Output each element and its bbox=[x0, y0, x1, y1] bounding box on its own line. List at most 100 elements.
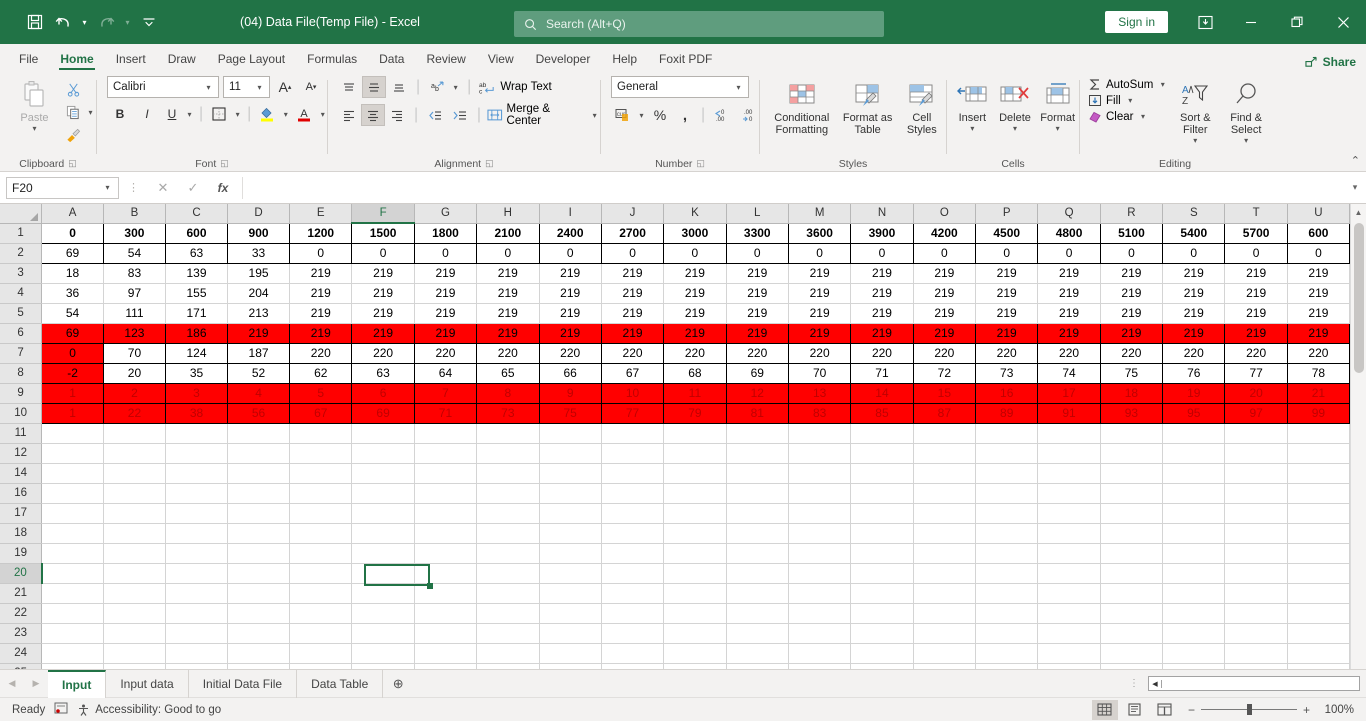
horizontal-scrollbar[interactable]: ◀ bbox=[1148, 676, 1360, 691]
cell-A23[interactable] bbox=[41, 623, 104, 644]
cell-A3[interactable]: 18 bbox=[41, 263, 104, 284]
cell-O17[interactable] bbox=[913, 503, 977, 524]
cell-E11[interactable] bbox=[289, 423, 353, 444]
cell-T17[interactable] bbox=[1224, 503, 1288, 524]
cell-R6[interactable]: 219 bbox=[1099, 322, 1164, 344]
cell-K4[interactable]: 219 bbox=[663, 283, 727, 304]
cell-S19[interactable] bbox=[1162, 543, 1226, 564]
cell-E24[interactable] bbox=[289, 643, 353, 664]
cell-L12[interactable] bbox=[726, 443, 789, 464]
cell-O24[interactable] bbox=[913, 643, 977, 664]
cell-Q9[interactable]: 17 bbox=[1037, 382, 1101, 404]
cell-K8[interactable]: 68 bbox=[663, 362, 727, 384]
cell-I22[interactable] bbox=[539, 603, 602, 624]
cell-U17[interactable] bbox=[1287, 503, 1350, 524]
cell-P19[interactable] bbox=[975, 543, 1039, 564]
cell-T8[interactable]: 77 bbox=[1224, 362, 1288, 384]
tab-review[interactable]: Review bbox=[415, 49, 476, 72]
cell-O2[interactable]: 0 bbox=[912, 242, 977, 264]
cell-R18[interactable] bbox=[1100, 523, 1164, 544]
cell-S16[interactable] bbox=[1162, 483, 1226, 504]
cell-J6[interactable]: 219 bbox=[600, 322, 665, 344]
accounting-format-button[interactable]: cur bbox=[611, 104, 635, 126]
orientation-button[interactable]: ab bbox=[425, 76, 449, 98]
cell-Q19[interactable] bbox=[1037, 543, 1101, 564]
cell-F1[interactable]: 1500 bbox=[351, 222, 415, 244]
cell-D16[interactable] bbox=[227, 483, 291, 504]
cell-I17[interactable] bbox=[539, 503, 602, 524]
cell-P7[interactable]: 220 bbox=[975, 342, 1039, 364]
cell-L6[interactable]: 219 bbox=[725, 322, 789, 344]
cell-G6[interactable]: 219 bbox=[413, 322, 478, 344]
cell-I11[interactable] bbox=[539, 423, 602, 444]
column-header-n[interactable]: N bbox=[850, 204, 914, 224]
normal-view-icon[interactable] bbox=[1091, 699, 1118, 720]
cell-O14[interactable] bbox=[913, 463, 977, 484]
cell-T10[interactable]: 97 bbox=[1224, 402, 1288, 424]
cell-C2[interactable]: 63 bbox=[164, 242, 229, 264]
cell-G7[interactable]: 220 bbox=[413, 342, 478, 364]
cell-R2[interactable]: 0 bbox=[1099, 242, 1164, 264]
cell-O3[interactable]: 219 bbox=[913, 263, 977, 284]
cell-U20[interactable] bbox=[1287, 563, 1350, 584]
cell-U9[interactable]: 21 bbox=[1286, 382, 1350, 404]
cell-K16[interactable] bbox=[663, 483, 727, 504]
cell-M16[interactable] bbox=[788, 483, 852, 504]
cell-M14[interactable] bbox=[788, 463, 852, 484]
cell-K17[interactable] bbox=[663, 503, 727, 524]
cell-P3[interactable]: 219 bbox=[975, 263, 1039, 284]
cell-H14[interactable] bbox=[476, 463, 540, 484]
cell-N11[interactable] bbox=[850, 423, 914, 444]
comma-style-button[interactable]: , bbox=[673, 104, 697, 126]
cell-F2[interactable]: 0 bbox=[351, 242, 415, 264]
cell-F10[interactable]: 69 bbox=[351, 402, 415, 424]
cell-T2[interactable]: 0 bbox=[1224, 242, 1288, 264]
cell-B14[interactable] bbox=[103, 463, 166, 484]
cell-S2[interactable]: 0 bbox=[1162, 242, 1226, 264]
cell-M6[interactable]: 219 bbox=[787, 322, 852, 344]
cell-G21[interactable] bbox=[414, 583, 478, 604]
cell-S11[interactable] bbox=[1162, 423, 1226, 444]
column-header-i[interactable]: I bbox=[539, 204, 602, 224]
cell-E18[interactable] bbox=[289, 523, 353, 544]
cell-I8[interactable]: 66 bbox=[538, 362, 602, 384]
table-row[interactable]: 4 36 97 155 204 219 219 219 219 219 219 219 219 219 21… bbox=[0, 283, 1350, 304]
borders-button[interactable] bbox=[207, 103, 231, 125]
row-header-3[interactable]: 3 bbox=[0, 263, 43, 284]
undo-dropdown-icon[interactable]: ▾ bbox=[78, 18, 91, 27]
tab-draw[interactable]: Draw bbox=[157, 49, 207, 72]
cell-I10[interactable]: 75 bbox=[538, 402, 602, 424]
cell-L4[interactable]: 219 bbox=[726, 283, 789, 304]
cell-B10[interactable]: 22 bbox=[102, 402, 166, 424]
cell-F6[interactable]: 219 bbox=[351, 322, 415, 344]
save-icon[interactable] bbox=[22, 8, 48, 36]
cell-B17[interactable] bbox=[103, 503, 166, 524]
align-left-button[interactable] bbox=[337, 104, 360, 126]
cell-P17[interactable] bbox=[975, 503, 1039, 524]
cell-S6[interactable]: 219 bbox=[1162, 322, 1226, 344]
page-layout-view-icon[interactable] bbox=[1122, 700, 1148, 720]
cell-A2[interactable]: 69 bbox=[41, 242, 104, 264]
cell-D10[interactable]: 56 bbox=[227, 402, 291, 424]
cell-A9[interactable]: 1 bbox=[41, 382, 104, 404]
cell-O16[interactable] bbox=[913, 483, 977, 504]
zoom-level[interactable]: 100% bbox=[1314, 704, 1354, 716]
cell-U8[interactable]: 78 bbox=[1286, 362, 1350, 384]
cell-B12[interactable] bbox=[103, 443, 166, 464]
cell-J16[interactable] bbox=[601, 483, 665, 504]
cell-H22[interactable] bbox=[476, 603, 540, 624]
cell-D18[interactable] bbox=[227, 523, 291, 544]
cell-U6[interactable]: 219 bbox=[1286, 322, 1350, 344]
cell-C18[interactable] bbox=[165, 523, 229, 544]
cell-E12[interactable] bbox=[289, 443, 353, 464]
cell-I18[interactable] bbox=[539, 523, 602, 544]
cell-C17[interactable] bbox=[165, 503, 229, 524]
fill-color-dropdown-icon[interactable]: ▾ bbox=[280, 110, 291, 119]
cell-L16[interactable] bbox=[726, 483, 789, 504]
cell-A5[interactable]: 54 bbox=[41, 303, 104, 324]
cell-J17[interactable] bbox=[601, 503, 665, 524]
cell-U3[interactable]: 219 bbox=[1287, 263, 1350, 284]
cell-A14[interactable] bbox=[41, 463, 104, 484]
cell-R22[interactable] bbox=[1100, 603, 1164, 624]
cell-N24[interactable] bbox=[850, 643, 914, 664]
